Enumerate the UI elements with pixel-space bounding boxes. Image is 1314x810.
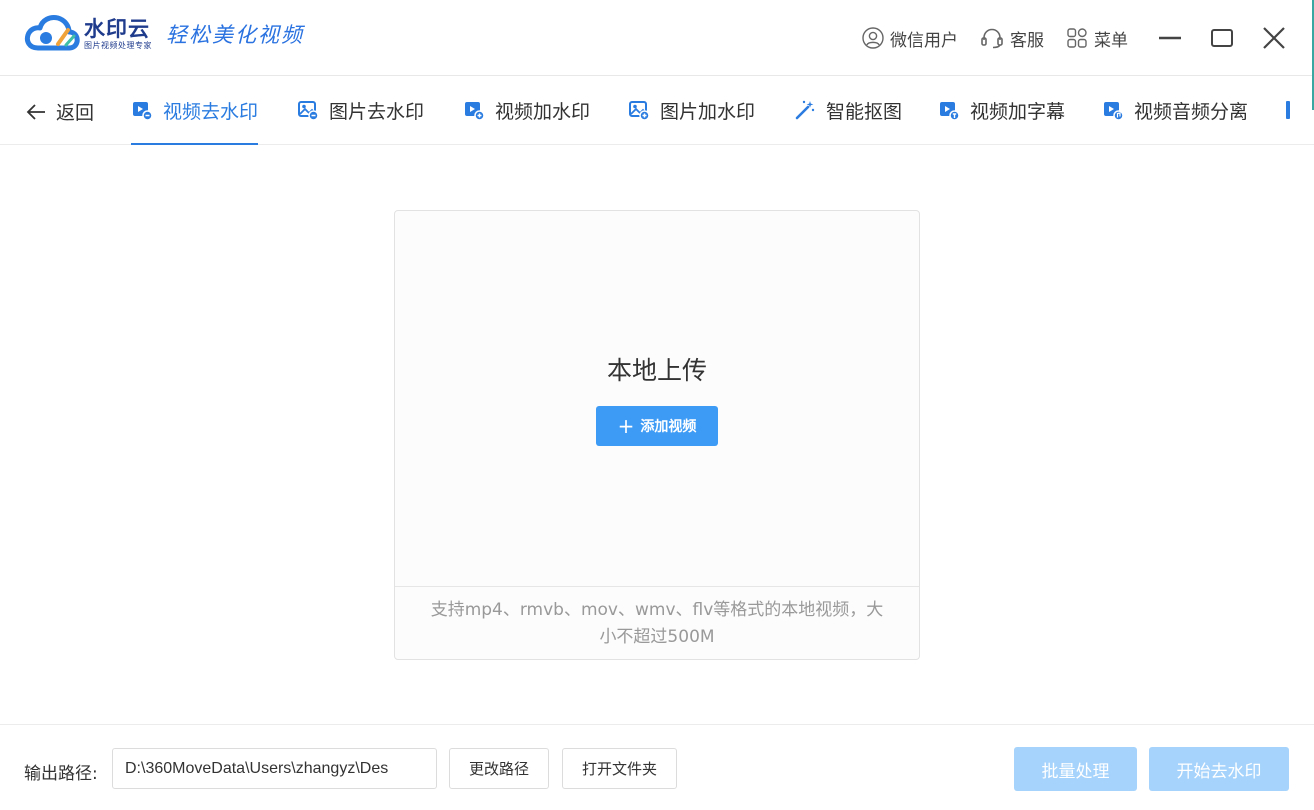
upload-dropzone[interactable]: 本地上传 + 添加视频 支持mp4、rmvb、mov、wmv、flv等格式的本地… xyxy=(394,210,920,660)
menu-button[interactable]: 菜单 xyxy=(1066,26,1128,51)
minimize-icon xyxy=(1159,36,1181,40)
app-name: 水印云 xyxy=(84,17,150,41)
feature-tab-bar: 返回 视频去水印 图片去水印 视频加水印 图片加水印 智能抠图 视频加字幕 视频… xyxy=(0,76,1314,145)
upload-title: 本地上传 xyxy=(606,356,707,385)
user-account-button[interactable]: 微信用户 xyxy=(862,26,958,51)
tab-image-watermark-add[interactable]: 图片加水印 xyxy=(628,76,755,144)
add-video-label: 添加视频 xyxy=(640,419,697,435)
tab-video-subtitle[interactable]: 视频加字幕 xyxy=(938,76,1065,144)
user-label: 微信用户 xyxy=(890,30,958,51)
tab-label: 图片去水印 xyxy=(329,100,425,123)
tab-video-audio-split[interactable]: 视频音频分离 xyxy=(1102,76,1248,144)
tab-video-watermark-remove[interactable]: 视频去水印 xyxy=(131,76,259,145)
close-button[interactable] xyxy=(1262,26,1286,50)
app-subtitle: 图片视频处理专家 xyxy=(84,41,152,50)
magic-wand-icon xyxy=(795,100,815,120)
maximize-icon xyxy=(1211,29,1233,47)
title-actions: 微信用户 客服 菜单 xyxy=(862,0,1314,76)
open-folder-button[interactable]: 打开文件夹 xyxy=(562,748,677,789)
tab-label: 图片加水印 xyxy=(660,100,756,123)
app-slogan: 轻松美化视频 xyxy=(166,23,304,47)
plus-icon: + xyxy=(617,414,635,438)
video-audio-icon xyxy=(1104,102,1124,121)
tab-image-watermark-remove[interactable]: 图片去水印 xyxy=(297,76,424,144)
arrow-left-icon xyxy=(26,103,45,120)
menu-label: 菜单 xyxy=(1094,30,1128,51)
app-logo: 水印云 图片视频处理专家 轻松美化视频 xyxy=(24,14,304,54)
output-path-label: 输出路径: xyxy=(24,764,98,784)
user-circle-icon xyxy=(862,27,884,49)
add-video-button[interactable]: + 添加视频 xyxy=(596,406,718,446)
close-icon xyxy=(1263,27,1285,49)
start-remove-watermark-button[interactable]: 开始去水印 xyxy=(1149,747,1289,791)
tab-smart-cutout[interactable]: 智能抠图 xyxy=(794,76,902,144)
bottom-bar: 输出路径: D:\360MoveData\Users\zhangyz\Des 更… xyxy=(0,724,1314,810)
cloud-logo-icon xyxy=(24,15,80,51)
tab-video-watermark-add[interactable]: 视频加水印 xyxy=(463,76,590,144)
image-remove-icon xyxy=(298,101,319,121)
back-label: 返回 xyxy=(56,102,95,124)
video-add-icon xyxy=(465,102,485,121)
customer-service-button[interactable]: 客服 xyxy=(980,26,1044,51)
tab-label: 视频加字幕 xyxy=(970,100,1066,123)
video-subtitle-icon xyxy=(940,102,960,121)
back-button[interactable]: 返回 xyxy=(26,98,94,125)
change-path-button[interactable]: 更改路径 xyxy=(449,748,549,789)
service-label: 客服 xyxy=(1010,30,1044,51)
output-path-field[interactable]: D:\360MoveData\Users\zhangyz\Des xyxy=(112,748,437,789)
image-add-icon xyxy=(629,101,650,121)
tab-label: 视频去水印 xyxy=(163,100,259,123)
title-bar: 水印云 图片视频处理专家 轻松美化视频 微信用户 客服 菜单 xyxy=(0,0,1314,76)
upload-hint: 支持mp4、rmvb、mov、wmv、flv等格式的本地视频，大小不超过500M xyxy=(430,600,884,647)
headset-icon xyxy=(981,28,1003,49)
maximize-button[interactable] xyxy=(1210,26,1234,50)
batch-process-button[interactable]: 批量处理 xyxy=(1014,747,1137,791)
grid-menu-icon xyxy=(1067,28,1087,48)
minimize-button[interactable] xyxy=(1158,26,1182,50)
tab-scroll-indicator[interactable] xyxy=(1286,101,1290,119)
tab-label: 视频音频分离 xyxy=(1134,100,1249,123)
tab-label: 智能抠图 xyxy=(826,100,903,123)
video-remove-icon xyxy=(133,102,153,121)
tab-label: 视频加水印 xyxy=(495,100,591,123)
upload-area[interactable]: 本地上传 + 添加视频 xyxy=(395,211,919,587)
